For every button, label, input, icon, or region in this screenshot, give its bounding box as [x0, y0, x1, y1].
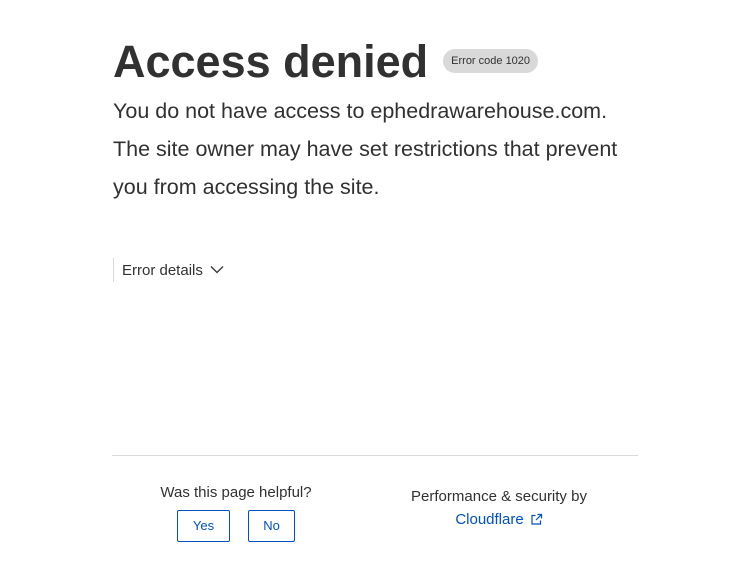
feedback-section: Was this page helpful? Yes No — [140, 484, 332, 542]
performance-text: Performance & security by — [411, 488, 587, 505]
feedback-no-button[interactable]: No — [248, 510, 295, 542]
cloudflare-link[interactable]: Cloudflare — [455, 511, 542, 529]
provider-line: Cloudflare — [395, 511, 603, 529]
error-details-toggle[interactable]: Error details — [113, 258, 224, 282]
title-row: Access denied Error code 1020 — [113, 36, 638, 88]
feedback-buttons: Yes No — [140, 510, 332, 542]
feedback-yes-button[interactable]: Yes — [177, 510, 230, 542]
page-title: Access denied — [113, 36, 429, 87]
error-code-badge: Error code 1020 — [443, 49, 539, 73]
performance-credit: Performance & security by Cloudflare — [395, 488, 603, 529]
main-content: Access denied Error code 1020 You do not… — [113, 36, 638, 206]
access-message: You do not have access to ephedrawarehou… — [113, 99, 618, 199]
footer-divider — [112, 455, 638, 456]
chevron-down-icon — [210, 265, 224, 274]
error-details-label: Error details — [122, 261, 203, 279]
external-link-icon — [530, 513, 543, 526]
cloudflare-link-label: Cloudflare — [455, 511, 524, 528]
feedback-question: Was this page helpful? — [160, 484, 312, 501]
